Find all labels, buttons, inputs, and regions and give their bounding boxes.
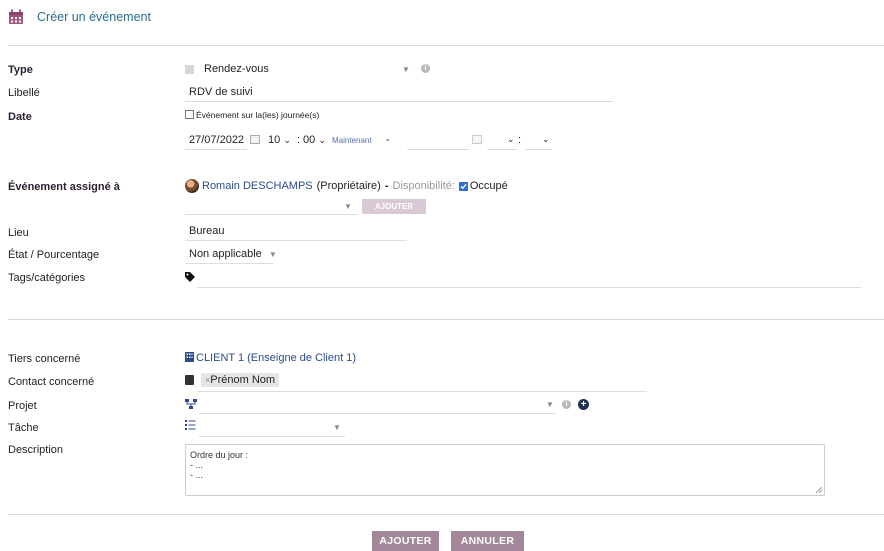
chevron-down-icon: ▼ bbox=[546, 400, 554, 409]
allday-label: Événement sur la(les) journée(s) bbox=[196, 110, 320, 120]
libelle-underline bbox=[185, 101, 613, 102]
date-start-input[interactable]: 27/07/2022 bbox=[189, 134, 244, 146]
info-icon[interactable]: i bbox=[421, 64, 430, 73]
tiers-label: Tiers concerné bbox=[8, 353, 81, 365]
chevron-down-icon: ⌄ bbox=[283, 135, 291, 145]
divider bbox=[8, 45, 884, 46]
description-line: Ordre du jour : bbox=[190, 450, 249, 460]
lieu-input[interactable]: Bureau bbox=[189, 225, 224, 237]
allday-checkbox[interactable] bbox=[185, 110, 194, 119]
cancel-button[interactable]: ANNULER bbox=[451, 531, 524, 551]
task-list-icon bbox=[185, 420, 196, 430]
owner-tag: (Propriétaire) bbox=[316, 180, 381, 192]
busy-checkbox[interactable] bbox=[458, 181, 468, 191]
tiers-value: CLIENT 1 (Enseigne de Client 1) bbox=[196, 352, 356, 364]
availability-label: Disponibilité: bbox=[392, 180, 455, 192]
contact-chip: ×Prénom Nom bbox=[201, 373, 280, 387]
allday-checkbox-row[interactable]: Événement sur la(les) journée(s) bbox=[185, 110, 319, 120]
contact-chip-label: Prénom Nom bbox=[210, 374, 276, 386]
divider bbox=[8, 514, 884, 515]
add-user-button[interactable]: AJOUTER bbox=[362, 199, 426, 214]
info-icon[interactable]: i bbox=[562, 400, 571, 409]
tags-input[interactable] bbox=[197, 287, 861, 288]
busy-label: Occupé bbox=[469, 180, 508, 192]
calendar-icon bbox=[9, 9, 23, 24]
hour-value: 10 bbox=[268, 134, 281, 146]
assign-user-select[interactable]: ▼ bbox=[185, 199, 357, 213]
owner-separator: - bbox=[384, 180, 389, 192]
contact-label: Contact concerné bbox=[8, 376, 95, 388]
description-line: - ... bbox=[190, 470, 203, 480]
hour-select[interactable]: 10 ⌄ bbox=[268, 134, 291, 146]
avatar bbox=[185, 179, 199, 193]
minute-select[interactable]: 00 ⌄ bbox=[303, 134, 326, 146]
chevron-down-icon: ▼ bbox=[402, 65, 410, 74]
minute-end-underline bbox=[525, 149, 552, 150]
libelle-label: Libellé bbox=[8, 87, 40, 99]
tag-icon bbox=[185, 272, 195, 282]
type-color-swatch bbox=[185, 65, 194, 74]
chevron-down-icon: ▼ bbox=[344, 202, 352, 211]
page-header: Créer un événement bbox=[8, 9, 151, 25]
calendar-picker-icon[interactable] bbox=[250, 135, 260, 144]
assigned-label: Événement assigné à bbox=[8, 181, 120, 193]
libelle-input[interactable]: RDV de suivi bbox=[189, 86, 253, 98]
projet-select[interactable]: ▼ bbox=[199, 398, 556, 412]
building-icon bbox=[185, 352, 194, 362]
calendar-picker-icon[interactable] bbox=[472, 135, 482, 144]
divider bbox=[8, 319, 884, 320]
chevron-down-icon: ⌄ bbox=[318, 135, 326, 145]
now-link[interactable]: Maintenant bbox=[332, 136, 372, 145]
type-select[interactable]: Rendez-vous ▼ bbox=[185, 63, 415, 77]
etat-underline bbox=[185, 263, 273, 264]
etat-label: État / Pourcentage bbox=[8, 249, 100, 261]
page-title: Créer un événement bbox=[37, 10, 151, 24]
tache-underline bbox=[199, 436, 345, 437]
contact-card-icon bbox=[185, 375, 194, 385]
date-underline bbox=[185, 149, 247, 150]
lieu-label: Lieu bbox=[8, 227, 29, 239]
type-label: Type bbox=[8, 64, 33, 76]
date-range-dash: - bbox=[386, 134, 390, 146]
chevron-down-icon: ▼ bbox=[268, 250, 277, 259]
project-icon bbox=[185, 399, 197, 409]
date-end-input[interactable] bbox=[407, 149, 469, 150]
assigned-row: Romain DESCHAMPS (Propriétaire) - Dispon… bbox=[185, 179, 508, 193]
description-line: - ... bbox=[190, 460, 203, 470]
projet-underline bbox=[199, 413, 556, 414]
chevron-down-icon: ⌄ bbox=[507, 134, 515, 144]
time-separator: : bbox=[518, 134, 522, 146]
description-label: Description bbox=[8, 444, 64, 456]
contact-input[interactable] bbox=[197, 391, 647, 392]
chevron-down-icon: ⌄ bbox=[542, 134, 550, 144]
minute-value: 00 bbox=[303, 134, 316, 146]
etat-select[interactable]: Non applicable ▼ bbox=[189, 248, 277, 260]
submit-add-button[interactable]: AJOUTER bbox=[372, 531, 439, 551]
projet-label: Projet bbox=[8, 400, 37, 412]
lieu-underline bbox=[185, 240, 407, 241]
etat-value: Non applicable bbox=[189, 248, 262, 260]
date-label: Date bbox=[8, 111, 32, 123]
tache-label: Tâche bbox=[8, 422, 39, 434]
tags-label: Tags/catégories bbox=[8, 272, 86, 284]
tiers-link[interactable]: CLIENT 1 (Enseigne de Client 1) bbox=[185, 352, 356, 364]
resize-handle-icon[interactable] bbox=[816, 487, 822, 493]
type-select-value: Rendez-vous bbox=[204, 63, 269, 75]
tache-select[interactable]: ▼ bbox=[199, 421, 345, 435]
assigned-user-link[interactable]: Romain DESCHAMPS bbox=[202, 180, 313, 192]
assign-user-underline bbox=[185, 214, 357, 215]
add-project-icon[interactable]: + bbox=[578, 399, 589, 410]
chevron-down-icon: ▼ bbox=[333, 423, 341, 432]
description-textarea[interactable]: Ordre du jour : - ... - ... bbox=[185, 444, 825, 496]
time-separator: : bbox=[297, 134, 301, 146]
hour-end-underline bbox=[487, 149, 517, 150]
